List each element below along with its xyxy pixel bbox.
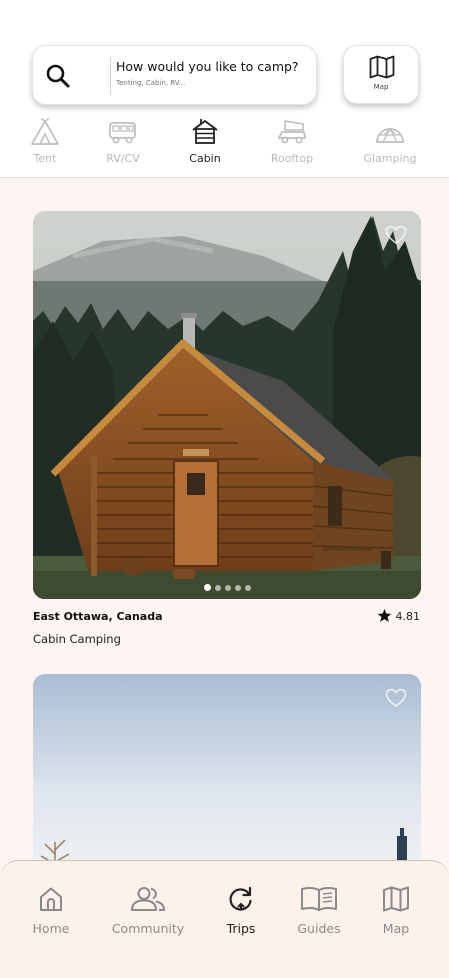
carousel-dot[interactable]: [224, 585, 231, 591]
nav-label: Home: [32, 921, 70, 936]
nav-label: Trips: [226, 921, 256, 936]
rv-icon: [109, 122, 136, 144]
community-icon: [131, 887, 166, 911]
trips-icon: [229, 886, 252, 911]
carousel-dot[interactable]: [244, 585, 251, 591]
nav-community[interactable]: Community: [103, 885, 193, 936]
listing-rating: 4.81: [377, 608, 421, 623]
dome-icon: [376, 127, 404, 143]
heart-icon[interactable]: [385, 688, 407, 708]
category-rv[interactable]: RV/CV: [83, 118, 163, 165]
category-label: RV/CV: [106, 152, 140, 165]
bottom-navigation: Home Community Trips Guides Map: [0, 860, 449, 978]
star-icon: [377, 608, 391, 622]
nav-home[interactable]: Home: [6, 885, 96, 936]
carousel-dot[interactable]: [234, 585, 241, 591]
category-label: Rooftop: [270, 152, 314, 165]
listing-photo[interactable]: [33, 211, 421, 599]
carousel-dot[interactable]: [214, 585, 221, 591]
map-icon: [369, 55, 395, 79]
map-button-label: Map: [373, 83, 389, 91]
category-label: Glamping: [363, 152, 417, 165]
rating-value: 4.81: [395, 610, 421, 623]
nav-label: Map: [382, 921, 410, 936]
search-icon: [46, 64, 70, 88]
tent-icon: [31, 118, 59, 145]
home-icon: [40, 887, 62, 911]
nav-map[interactable]: Map: [351, 885, 441, 936]
heart-icon[interactable]: [385, 225, 407, 245]
category-rooftop[interactable]: Rooftop: [252, 118, 332, 165]
category-glamping[interactable]: Glamping: [350, 118, 430, 165]
search-prompt: How would you like to camp?: [116, 59, 299, 74]
category-label: Tent: [33, 152, 57, 165]
category-tent[interactable]: Tent: [5, 118, 85, 165]
nav-label: Community: [111, 921, 185, 936]
search-bar[interactable]: How would you like to camp? Tenting, Cab…: [32, 45, 317, 105]
category-cabin[interactable]: Cabin: [165, 118, 245, 165]
map-button[interactable]: Map: [343, 45, 419, 104]
search-divider: [110, 58, 111, 94]
nav-trips[interactable]: Trips: [196, 885, 286, 936]
book-icon: [301, 886, 337, 911]
carousel-indicator[interactable]: [33, 584, 421, 591]
search-hint: Tenting, Cabin, RV...: [116, 79, 186, 87]
category-label: Cabin: [189, 152, 221, 165]
carousel-dot[interactable]: [203, 584, 211, 591]
listing-location[interactable]: East Ottawa, Canada: [33, 610, 163, 623]
map-icon: [383, 886, 409, 912]
cabin-photo: [33, 211, 421, 599]
cabin-icon: [192, 119, 218, 144]
rooftop-tent-icon: [277, 120, 307, 144]
listing-type: Cabin Camping: [33, 632, 121, 646]
top-bar: How would you like to camp? Tenting, Cab…: [0, 0, 449, 178]
